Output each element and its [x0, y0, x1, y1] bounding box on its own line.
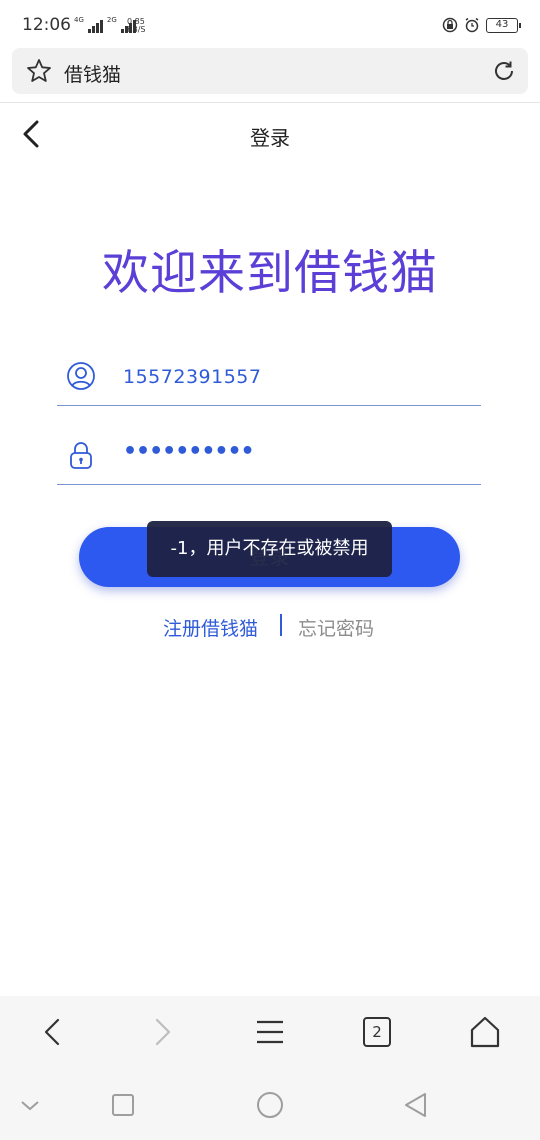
password-input[interactable]: •••••••••• — [123, 439, 255, 464]
auth-links: 注册借钱猫 忘记密码 — [0, 612, 540, 642]
status-bar: 12:06 4G 2G 0.85 KB/S 43 — [0, 0, 540, 46]
system-nav-bar — [0, 1068, 540, 1140]
error-toast: -1，用户不存在或被禁用 — [147, 521, 392, 577]
toast-message: -1，用户不存在或被禁用 — [170, 538, 369, 559]
forgot-password-link[interactable]: 忘记密码 — [298, 614, 374, 641]
network-speed-unit: KB/S — [127, 25, 146, 34]
lock-rotation-icon — [442, 17, 458, 33]
browser-toolbar — [0, 996, 540, 1068]
phone-input[interactable]: 15572391557 — [123, 366, 261, 388]
welcome-heading: 欢迎来到借钱猫 — [102, 246, 438, 301]
browser-forward-icon[interactable] — [143, 1014, 179, 1050]
password-field[interactable]: •••••••••• — [57, 425, 481, 485]
network-type-secondary: 2G — [106, 16, 117, 24]
battery-icon: 43 — [486, 17, 521, 33]
tabs-button[interactable]: 2 — [363, 1017, 391, 1047]
back-triangle-icon[interactable] — [400, 1090, 430, 1120]
signal-icon — [87, 20, 103, 33]
status-time: 12:06 — [22, 15, 71, 35]
menu-icon[interactable] — [252, 1014, 288, 1050]
phone-field[interactable]: 15572391557 — [57, 346, 481, 406]
links-divider — [280, 614, 282, 636]
home-icon[interactable] — [467, 1014, 503, 1050]
chevron-down-icon[interactable] — [15, 1090, 45, 1120]
lock-icon — [70, 442, 92, 469]
network-speed: 0.85 KB/S — [127, 18, 146, 34]
address-bar[interactable]: 借钱猫 — [12, 48, 528, 94]
page-title: 登录 — [250, 126, 290, 150]
header-divider — [0, 102, 540, 103]
address-title[interactable]: 借钱猫 — [64, 60, 121, 87]
network-type-primary: 4G — [74, 16, 84, 24]
recent-apps-icon[interactable] — [108, 1090, 138, 1120]
user-icon — [67, 362, 95, 390]
star-icon[interactable] — [26, 58, 52, 84]
home-circle-icon[interactable] — [255, 1090, 285, 1120]
status-icons: 43 — [442, 17, 521, 33]
alarm-icon — [465, 17, 479, 33]
browser-back-icon[interactable] — [36, 1014, 72, 1050]
register-link[interactable]: 注册借钱猫 — [163, 614, 258, 641]
refresh-icon[interactable] — [492, 59, 516, 83]
